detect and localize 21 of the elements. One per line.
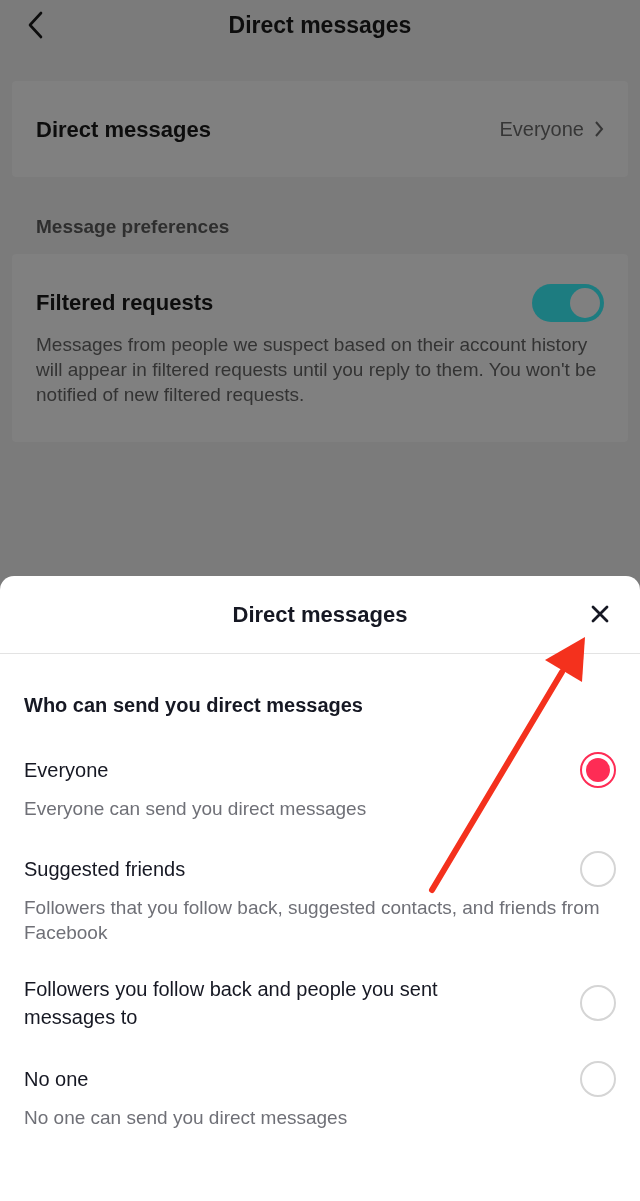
option-label[interactable]: Everyone [24,756,109,784]
chevron-right-icon [594,120,604,138]
toggle-switch[interactable] [532,283,604,322]
direct-messages-row[interactable]: Direct messages Everyone [12,81,628,177]
option-description: No one can send you direct messages [24,1106,349,1130]
section-header: Message preferences [36,216,230,237]
option-label[interactable]: Followers you follow back and people you sent messages to [24,975,504,1031]
option-label[interactable]: No one [24,1065,89,1093]
sheet-title: Direct messages [232,601,408,629]
filtered-requests-label: Filtered requests [36,289,214,317]
option-label[interactable]: Suggested friends [24,855,186,883]
radio-button[interactable] [580,752,616,788]
row-label: Direct messages [36,115,211,144]
filtered-requests-description: Messages from people we suspect based on their account history will appear in filtered requests until you reply to them. You won't be notified of new filtered requests. [36,332,598,407]
row-value: Everyone [499,117,584,142]
option-description: Everyone can send you direct messages [24,797,368,821]
back-icon [27,11,43,39]
close-icon [591,605,609,623]
page-title: Direct messages [228,10,412,40]
question-heading: Who can send you direct messages [24,694,363,716]
option-description: Followers that you follow back, suggested contacts, and friends from Facebook [24,896,601,945]
